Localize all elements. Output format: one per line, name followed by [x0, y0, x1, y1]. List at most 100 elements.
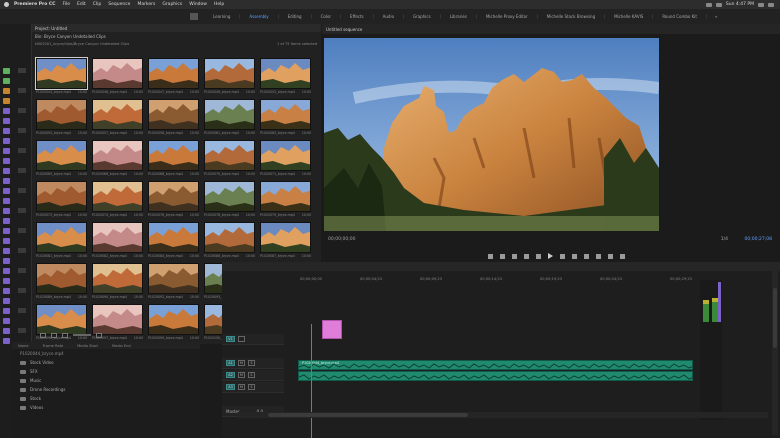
bin-toggle[interactable]	[18, 328, 26, 333]
clip-thumbnail[interactable]: P1020047_bryce.mp4 10:00	[148, 58, 199, 99]
menu-file[interactable]: File	[62, 2, 70, 7]
label-swatch[interactable]	[3, 218, 10, 224]
export-frame-icon[interactable]	[607, 253, 613, 259]
track-lock-icon[interactable]	[238, 336, 245, 342]
solo-button[interactable]: S	[248, 360, 255, 366]
label-swatch[interactable]	[3, 258, 10, 264]
list-item[interactable]: P1020044_bryce.mp4	[12, 349, 200, 358]
home-icon[interactable]	[190, 13, 198, 20]
mark-out-icon[interactable]	[511, 253, 517, 259]
label-swatch[interactable]	[3, 328, 10, 334]
label-swatch[interactable]	[3, 108, 10, 114]
go-to-in-icon[interactable]	[523, 253, 529, 259]
menu-sequence[interactable]: Sequence	[108, 2, 130, 7]
playhead[interactable]	[311, 324, 312, 438]
workspace-proxy-editor[interactable]: Michelle Proxy Editor	[477, 14, 538, 19]
clip-thumbnail[interactable]: P1020044_bryce.mp4 10:00	[35, 57, 88, 99]
bin-toggle[interactable]	[18, 248, 26, 253]
program-monitor-video[interactable]	[324, 38, 659, 231]
wifi-icon[interactable]	[705, 2, 712, 7]
resolution-select[interactable]: 1/4	[721, 237, 728, 242]
go-to-out-icon[interactable]	[571, 253, 577, 259]
label-swatch[interactable]	[3, 68, 10, 74]
track-target-v1[interactable]: V1	[226, 336, 235, 342]
workspace-color[interactable]: Color	[312, 14, 342, 19]
clip-thumbnail[interactable]: P1020081_bryce.mp4 10:00	[36, 222, 87, 263]
mute-button[interactable]: M	[238, 384, 245, 390]
label-swatch[interactable]	[3, 228, 10, 234]
clip-thumbnail[interactable]: P1020046_bryce.mp4 10:00	[92, 58, 143, 99]
list-item[interactable]: Drone Recordings	[12, 385, 200, 394]
scroll-knob[interactable]	[773, 288, 777, 348]
track-target-a3[interactable]: A3	[226, 384, 235, 390]
bin-toggle[interactable]	[18, 288, 26, 293]
track-header-a2[interactable]: A2 M S	[222, 370, 284, 381]
workspace-overflow-button[interactable]: »	[715, 14, 717, 19]
audio-clip[interactable]	[298, 371, 693, 381]
bin-toggle[interactable]	[18, 108, 26, 113]
menu-edit[interactable]: Edit	[77, 2, 86, 7]
label-swatch[interactable]	[3, 278, 10, 284]
clip-thumbnail[interactable]: P1020078_bryce.mp4 10:00	[204, 181, 255, 222]
apple-icon[interactable]	[4, 2, 9, 7]
solo-button[interactable]: S	[248, 372, 255, 378]
mark-in-icon[interactable]	[499, 253, 505, 259]
clip-thumbnail[interactable]: P1020089_bryce.mp4 10:00	[36, 263, 87, 304]
workspace-editing[interactable]: Editing	[279, 14, 312, 19]
clip-thumbnail[interactable]: P1020049_bryce.mp4 10:00	[204, 58, 255, 99]
label-swatch[interactable]	[3, 98, 10, 104]
bin-toggle[interactable]	[18, 308, 26, 313]
menu-graphics[interactable]: Graphics	[162, 2, 182, 7]
timeline-horizontal-scrollbar[interactable]	[238, 412, 768, 418]
bin-toggle[interactable]	[18, 68, 26, 73]
icon-view-icon[interactable]	[51, 332, 57, 338]
clip-thumbnail[interactable]: P1020087_bryce.mp4 10:00	[260, 222, 311, 263]
menu-markers[interactable]: Markers	[137, 2, 155, 7]
label-swatch[interactable]	[3, 78, 10, 84]
label-swatch[interactable]	[3, 168, 10, 174]
label-swatch[interactable]	[3, 188, 10, 194]
label-swatch[interactable]	[3, 298, 10, 304]
solo-button[interactable]: S	[248, 384, 255, 390]
extract-icon[interactable]	[595, 253, 601, 259]
menu-clip[interactable]: Clip	[93, 2, 102, 7]
clip-thumbnail[interactable]: P1020057_bryce.mp4 10:00	[92, 99, 143, 140]
add-marker-icon[interactable]	[487, 253, 493, 259]
clip-thumbnail[interactable]: P1020073_bryce.mp4 10:00	[36, 181, 87, 222]
menu-app-name[interactable]: Premiere Pro CC	[14, 2, 55, 7]
workspace-stock-browsing[interactable]: Michelle Stock Browsing	[538, 14, 606, 19]
list-item[interactable]: Music	[12, 376, 200, 385]
label-swatch[interactable]	[3, 288, 10, 294]
bin-toggle[interactable]	[18, 228, 26, 233]
clip-thumbnail[interactable]: P1020092_bryce.mp4 10:00	[148, 263, 199, 304]
freeform-view-icon[interactable]	[62, 332, 68, 338]
play-icon[interactable]	[547, 253, 553, 259]
track-target-a2[interactable]: A2	[226, 372, 235, 378]
list-item[interactable]: Stock	[12, 394, 200, 403]
clip-thumbnail[interactable]: P1020086_bryce.mp4 10:00	[204, 222, 255, 263]
scroll-knob[interactable]	[268, 413, 468, 417]
menu-help[interactable]: Help	[214, 2, 224, 7]
clip-thumbnail[interactable]: P1020065_bryce.mp4 10:00	[36, 140, 87, 181]
workspace-kavis[interactable]: Michelle KAVIS	[605, 14, 654, 19]
bin-toggle[interactable]	[18, 148, 26, 153]
clip-thumbnail[interactable]: P1020090_bryce.mp4 10:00	[92, 263, 143, 304]
clip-thumbnail[interactable]: P1020058_bryce.mp4 10:00	[148, 99, 199, 140]
graphic-clip[interactable]	[322, 320, 342, 339]
lift-icon[interactable]	[583, 253, 589, 259]
list-item[interactable]: Videos	[12, 403, 200, 412]
label-swatch[interactable]	[3, 208, 10, 214]
bin-toggle[interactable]	[18, 88, 26, 93]
label-swatch[interactable]	[3, 158, 10, 164]
zoom-slider[interactable]	[73, 334, 91, 336]
list-item[interactable]: SFX	[12, 367, 200, 376]
track-target-a1[interactable]: A1	[226, 360, 235, 366]
playhead-timecode[interactable]: 00;00;00;00	[328, 237, 355, 242]
workspace-libraries[interactable]: Libraries	[441, 14, 477, 19]
workspace-graphics[interactable]: Graphics	[404, 14, 441, 19]
clip-thumbnail[interactable]: P1020068_bryce.mp4 10:00	[148, 140, 199, 181]
search-icon[interactable]	[758, 2, 764, 7]
audio-clip[interactable]: P1020044_bryce.mp4	[298, 360, 693, 370]
project-tab[interactable]: Project: Untitled	[32, 24, 321, 32]
bin-toggle[interactable]	[18, 168, 26, 173]
